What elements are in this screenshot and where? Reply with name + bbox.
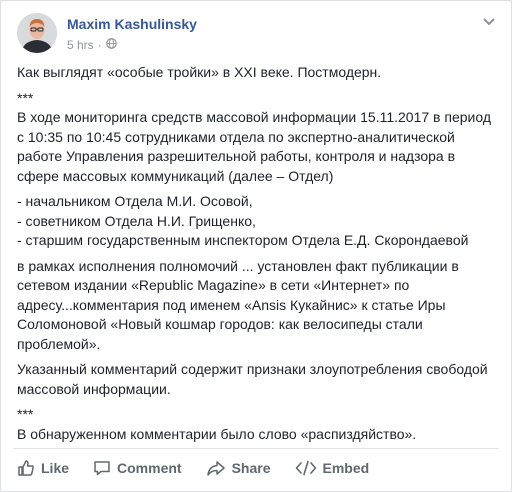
post-meta: 5 hrs · [67, 38, 117, 52]
code-icon [295, 459, 317, 477]
separator: *** [17, 89, 34, 106]
chevron-down-icon[interactable] [481, 15, 497, 29]
author-name[interactable]: Maxim Kashulinsky [67, 16, 197, 32]
paragraph-monitoring: В ходе мониторинга средств массовой инфо… [17, 109, 491, 184]
like-label: Like [41, 460, 70, 476]
globe-icon[interactable] [105, 38, 117, 52]
list-item: - советником Отдела Н.И. Грищенко, [17, 212, 256, 229]
list-item: - старшим государственным инспектором От… [17, 232, 469, 248]
post-header: Maxim Kashulinsky 5 hrs · [17, 13, 497, 57]
comment-bubble-icon [93, 459, 111, 477]
avatar[interactable] [17, 13, 57, 53]
separator: *** [17, 406, 34, 422]
comment-label: Comment [117, 460, 182, 476]
comment-button[interactable]: Comment [93, 459, 182, 477]
post-actions: Like Comment Share Embed [17, 453, 497, 483]
post-card: Maxim Kashulinsky 5 hrs · Как выглядят «… [0, 0, 512, 492]
paragraph-word: В обнаруженном комментарии было слово «р… [17, 425, 417, 442]
paragraph-violation: Указанный комментарий содержит признаки … [17, 361, 488, 397]
meta-separator: · [97, 38, 102, 52]
like-button[interactable]: Like [17, 459, 69, 477]
share-arrow-icon [206, 459, 226, 477]
list-item: - начальником Отдела М.И. Осовой, [17, 193, 253, 209]
actions-divider [13, 448, 499, 449]
post-intro: Как выглядят «особые тройки» в XXI веке.… [17, 64, 382, 80]
thumbs-up-icon [17, 459, 35, 477]
post-timestamp[interactable]: 5 hrs [67, 38, 94, 52]
share-button[interactable]: Share [206, 459, 271, 477]
share-label: Share [231, 460, 271, 476]
embed-label: Embed [322, 460, 370, 476]
post-body: Как выглядят «особые тройки» в XXI веке.… [17, 63, 497, 450]
paragraph-publication: в рамках исполнения полномочий ... устан… [17, 257, 459, 352]
embed-button[interactable]: Embed [295, 459, 370, 477]
